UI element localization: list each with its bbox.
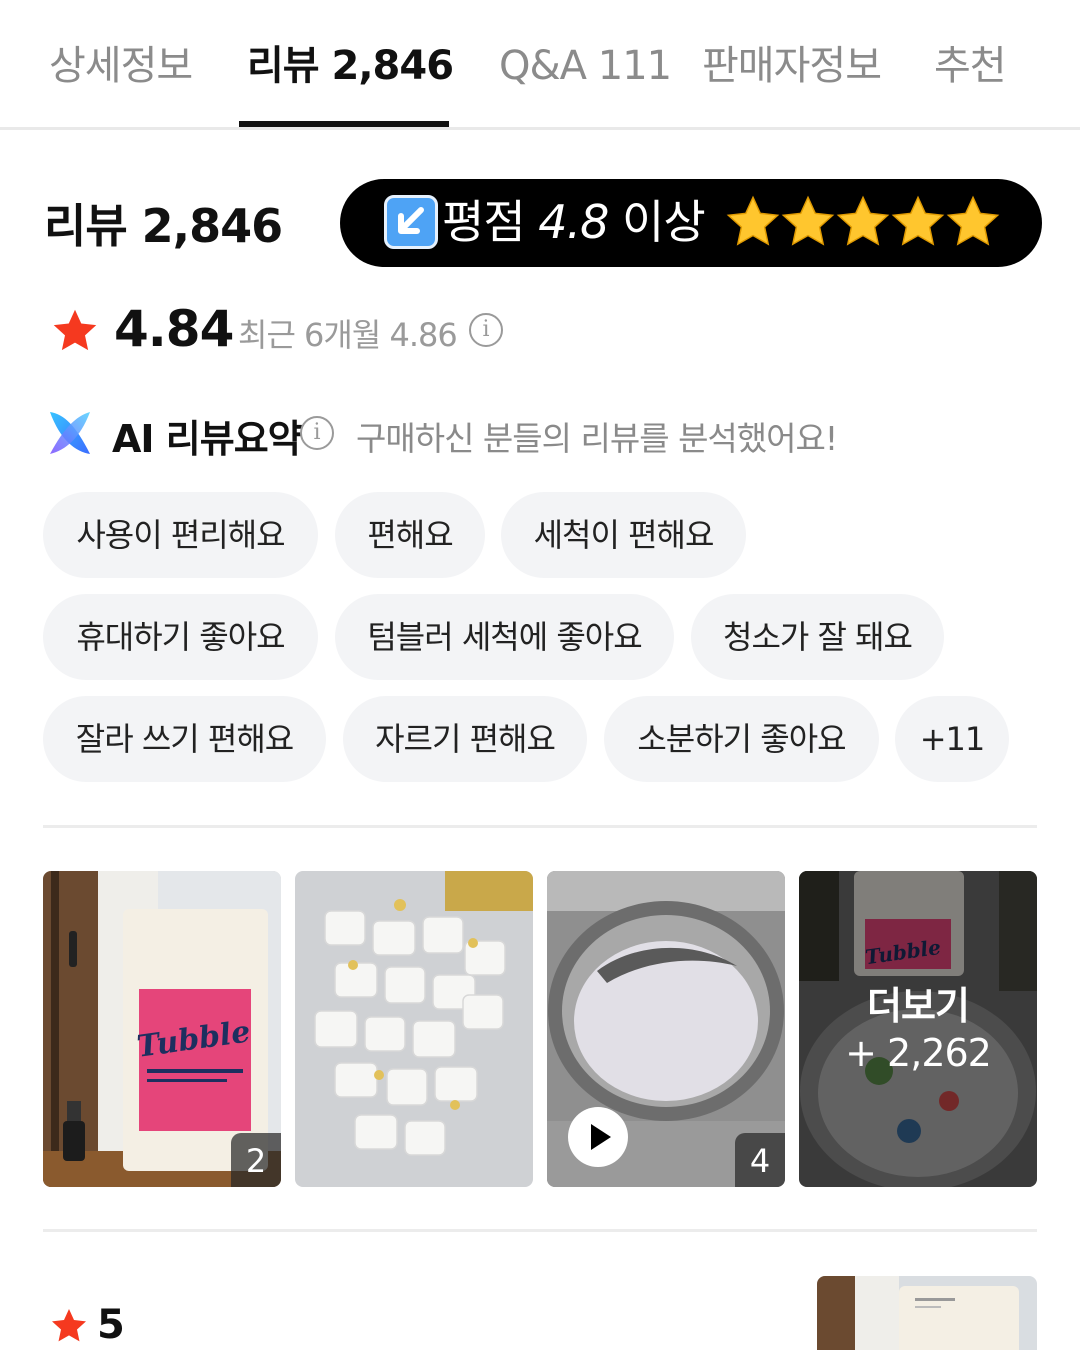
keyword-chip[interactable]: 청소가 잘 돼요 <box>691 594 944 680</box>
play-icon[interactable] <box>568 1107 628 1167</box>
star-icon <box>53 309 97 351</box>
review-photo[interactable]: Tubble 2 <box>43 871 281 1187</box>
more-photos-tile[interactable]: Tubble 더보기 + 2,262 <box>799 871 1037 1187</box>
review-video[interactable]: 4 <box>547 871 785 1187</box>
tab-bar: 상세정보 리뷰 2,846 Q&A 111 판매자정보 추천 <box>0 0 1080 130</box>
more-photos-label: 더보기 <box>867 984 970 1028</box>
ai-summary-title: AI 리뷰요약 <box>112 417 303 461</box>
keyword-chip[interactable]: 소분하기 좋아요 <box>604 696 879 782</box>
keyword-chip[interactable]: 편해요 <box>335 492 485 578</box>
review-photo[interactable] <box>295 871 533 1187</box>
section-divider <box>43 825 1037 828</box>
star-icon <box>726 195 780 246</box>
ai-logo-icon <box>50 412 90 454</box>
tab-detail[interactable]: 상세정보 <box>49 36 193 96</box>
tab-recommend[interactable]: 추천 <box>934 36 1007 96</box>
keyword-chip[interactable]: 사용이 편리해요 <box>43 492 318 578</box>
active-tab-indicator <box>239 121 449 127</box>
tab-review[interactable]: 리뷰 2,846 <box>247 36 454 96</box>
rating-filter-number: 4.8 <box>538 195 609 249</box>
keyword-chip[interactable]: 텀블러 세척에 좋아요 <box>335 594 674 680</box>
average-score: 4.84 <box>114 300 234 358</box>
ai-info-icon[interactable]: i <box>300 416 334 450</box>
rating-filter-pill[interactable]: 평점 4.8 이상 <box>340 179 1042 267</box>
more-photos-count: + 2,262 <box>845 1031 992 1075</box>
arrow-down-left-icon <box>384 195 438 249</box>
section-divider <box>43 1229 1037 1232</box>
star-icon <box>946 195 1000 246</box>
rating-filter-text: 평점 4.8 이상 <box>442 189 706 255</box>
info-icon[interactable]: i <box>469 313 503 347</box>
star-icon <box>891 195 945 246</box>
photo-count-badge: 2 <box>231 1133 281 1187</box>
more-keywords-chip[interactable]: +11 <box>895 696 1009 782</box>
star-icon <box>781 195 835 246</box>
tab-seller-info[interactable]: 판매자정보 <box>702 36 882 96</box>
review-rating: 5 <box>97 1302 125 1348</box>
keyword-chip[interactable]: 세척이 편해요 <box>501 492 746 578</box>
recent-score: 최근 6개월 4.86 <box>238 316 458 354</box>
tab-qna[interactable]: Q&A 111 <box>499 36 672 96</box>
keyword-chip[interactable]: 휴대하기 좋아요 <box>43 594 318 680</box>
keyword-chip[interactable]: 잘라 쓰기 편해요 <box>43 696 326 782</box>
keyword-chip[interactable]: 자르기 편해요 <box>343 696 587 782</box>
review-section-title: 리뷰 2,846 <box>44 199 283 253</box>
review-page: 상세정보 리뷰 2,846 Q&A 111 판매자정보 추천 리뷰 2,846 … <box>0 0 1080 1350</box>
review-thumbnail[interactable] <box>817 1276 1037 1350</box>
rating-filter-prefix: 평점 <box>442 195 539 249</box>
star-icon <box>52 1309 86 1342</box>
photo-count-badge: 4 <box>735 1133 785 1187</box>
ai-summary-description: 구매하신 분들의 리뷰를 분석했어요! <box>356 419 838 458</box>
star-icon <box>836 195 890 246</box>
rating-filter-suffix: 이상 <box>608 195 706 249</box>
